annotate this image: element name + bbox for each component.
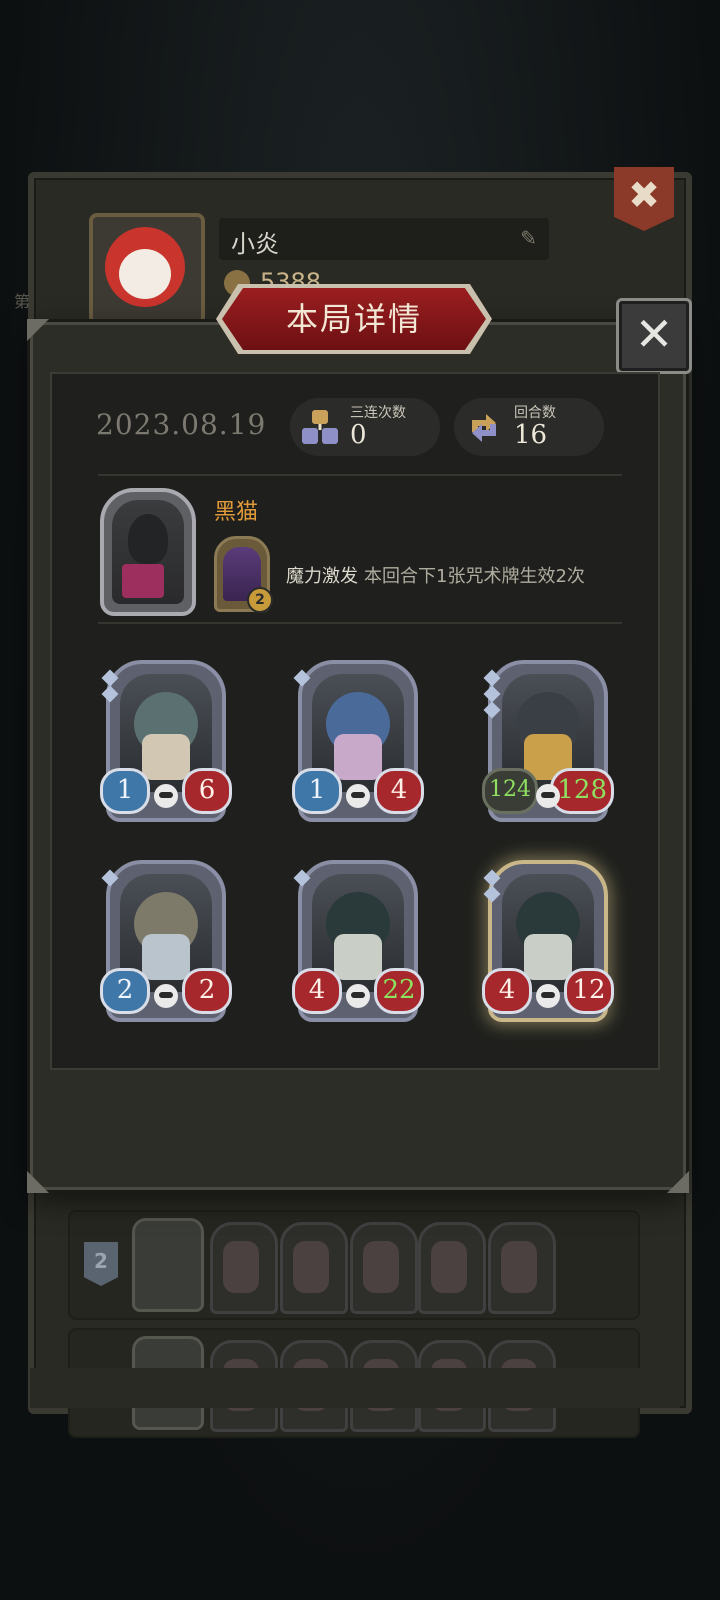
health-value: 128	[550, 768, 614, 814]
star-rank	[293, 669, 311, 688]
star-icon	[101, 869, 119, 887]
star-rank	[483, 869, 501, 904]
star-rank	[483, 669, 501, 720]
attack-value: 124	[482, 768, 538, 814]
history-row[interactable]: 2	[68, 1210, 640, 1320]
player-avatar[interactable]	[89, 213, 205, 325]
unit-card[interactable]: 16	[100, 660, 232, 822]
history-hero	[132, 1218, 204, 1312]
ability-name: 魔力激发	[286, 566, 358, 587]
star-icon	[293, 869, 311, 887]
spell-card[interactable]: 2	[214, 536, 273, 613]
modal-title: 本局详情	[285, 300, 422, 338]
history-list-bottom	[30, 1368, 680, 1408]
star-icon	[293, 669, 311, 687]
health-value: 22	[374, 968, 424, 1014]
star-icon	[101, 669, 119, 687]
divider	[98, 474, 622, 476]
ability-description: 本回合下1张咒术牌生效2次	[364, 566, 585, 587]
history-unit	[210, 1222, 278, 1314]
history-unit	[350, 1222, 418, 1314]
divider	[98, 622, 622, 624]
boss-ability: 魔力激发 本回合下1张咒术牌生效2次	[286, 562, 585, 588]
pencil-icon[interactable]: ✎	[520, 226, 537, 250]
attack-value: 2	[100, 968, 150, 1014]
star-icon	[483, 885, 501, 903]
triples-value: 0	[350, 420, 367, 450]
attack-value: 4	[292, 968, 342, 1014]
history-unit	[418, 1222, 486, 1314]
unit-card[interactable]: 22	[100, 860, 232, 1022]
rank-badge: 2	[84, 1242, 118, 1286]
unit-card[interactable]: 14	[292, 660, 424, 822]
star-icon	[483, 701, 501, 719]
attack-value: 4	[482, 968, 532, 1014]
rounds-value: 16	[514, 420, 548, 450]
unit-card[interactable]: 124 128	[482, 660, 614, 822]
history-unit	[280, 1222, 348, 1314]
boss-name: 黑猫	[214, 500, 259, 525]
star-icon	[483, 669, 501, 687]
health-value: 2	[182, 968, 232, 1014]
star-rank	[101, 669, 119, 704]
rounds-stat: 回合数 16	[454, 398, 604, 456]
health-value: 4	[374, 768, 424, 814]
health-value: 12	[564, 968, 614, 1014]
side-label: 第	[14, 292, 31, 311]
triples-label: 三连次数	[350, 405, 406, 421]
boss-portrait[interactable]	[100, 488, 196, 616]
skull-icon	[154, 784, 178, 808]
triples-stat: 三连次数 0	[290, 398, 440, 456]
rounds-label: 回合数	[514, 405, 556, 421]
spell-level-badge: 2	[247, 587, 273, 613]
skull-icon	[536, 984, 560, 1008]
skull-icon	[154, 984, 178, 1008]
unit-card[interactable]: 4 12	[482, 860, 614, 1022]
player-name-bar[interactable]: 小炎 ✎	[219, 218, 549, 260]
health-value: 6	[182, 768, 232, 814]
cubes-icon	[302, 410, 338, 444]
cycle-arrows-icon	[472, 414, 496, 442]
skull-icon	[536, 784, 560, 808]
player-name: 小炎	[231, 230, 279, 258]
history-unit	[488, 1222, 556, 1314]
star-icon	[101, 685, 119, 703]
close-icon: ✕	[634, 307, 674, 361]
attack-value: 1	[292, 768, 342, 814]
skull-icon	[346, 984, 370, 1008]
unit-card[interactable]: 4 22	[292, 860, 424, 1022]
star-rank	[293, 869, 311, 888]
star-icon	[483, 685, 501, 703]
star-rank	[101, 869, 119, 888]
close-icon: ✖	[628, 173, 660, 217]
modal-close-button[interactable]: ✕	[616, 298, 692, 374]
attack-value: 1	[100, 768, 150, 814]
skull-icon	[346, 784, 370, 808]
star-icon	[483, 869, 501, 887]
match-date: 2023.08.19	[96, 408, 267, 441]
